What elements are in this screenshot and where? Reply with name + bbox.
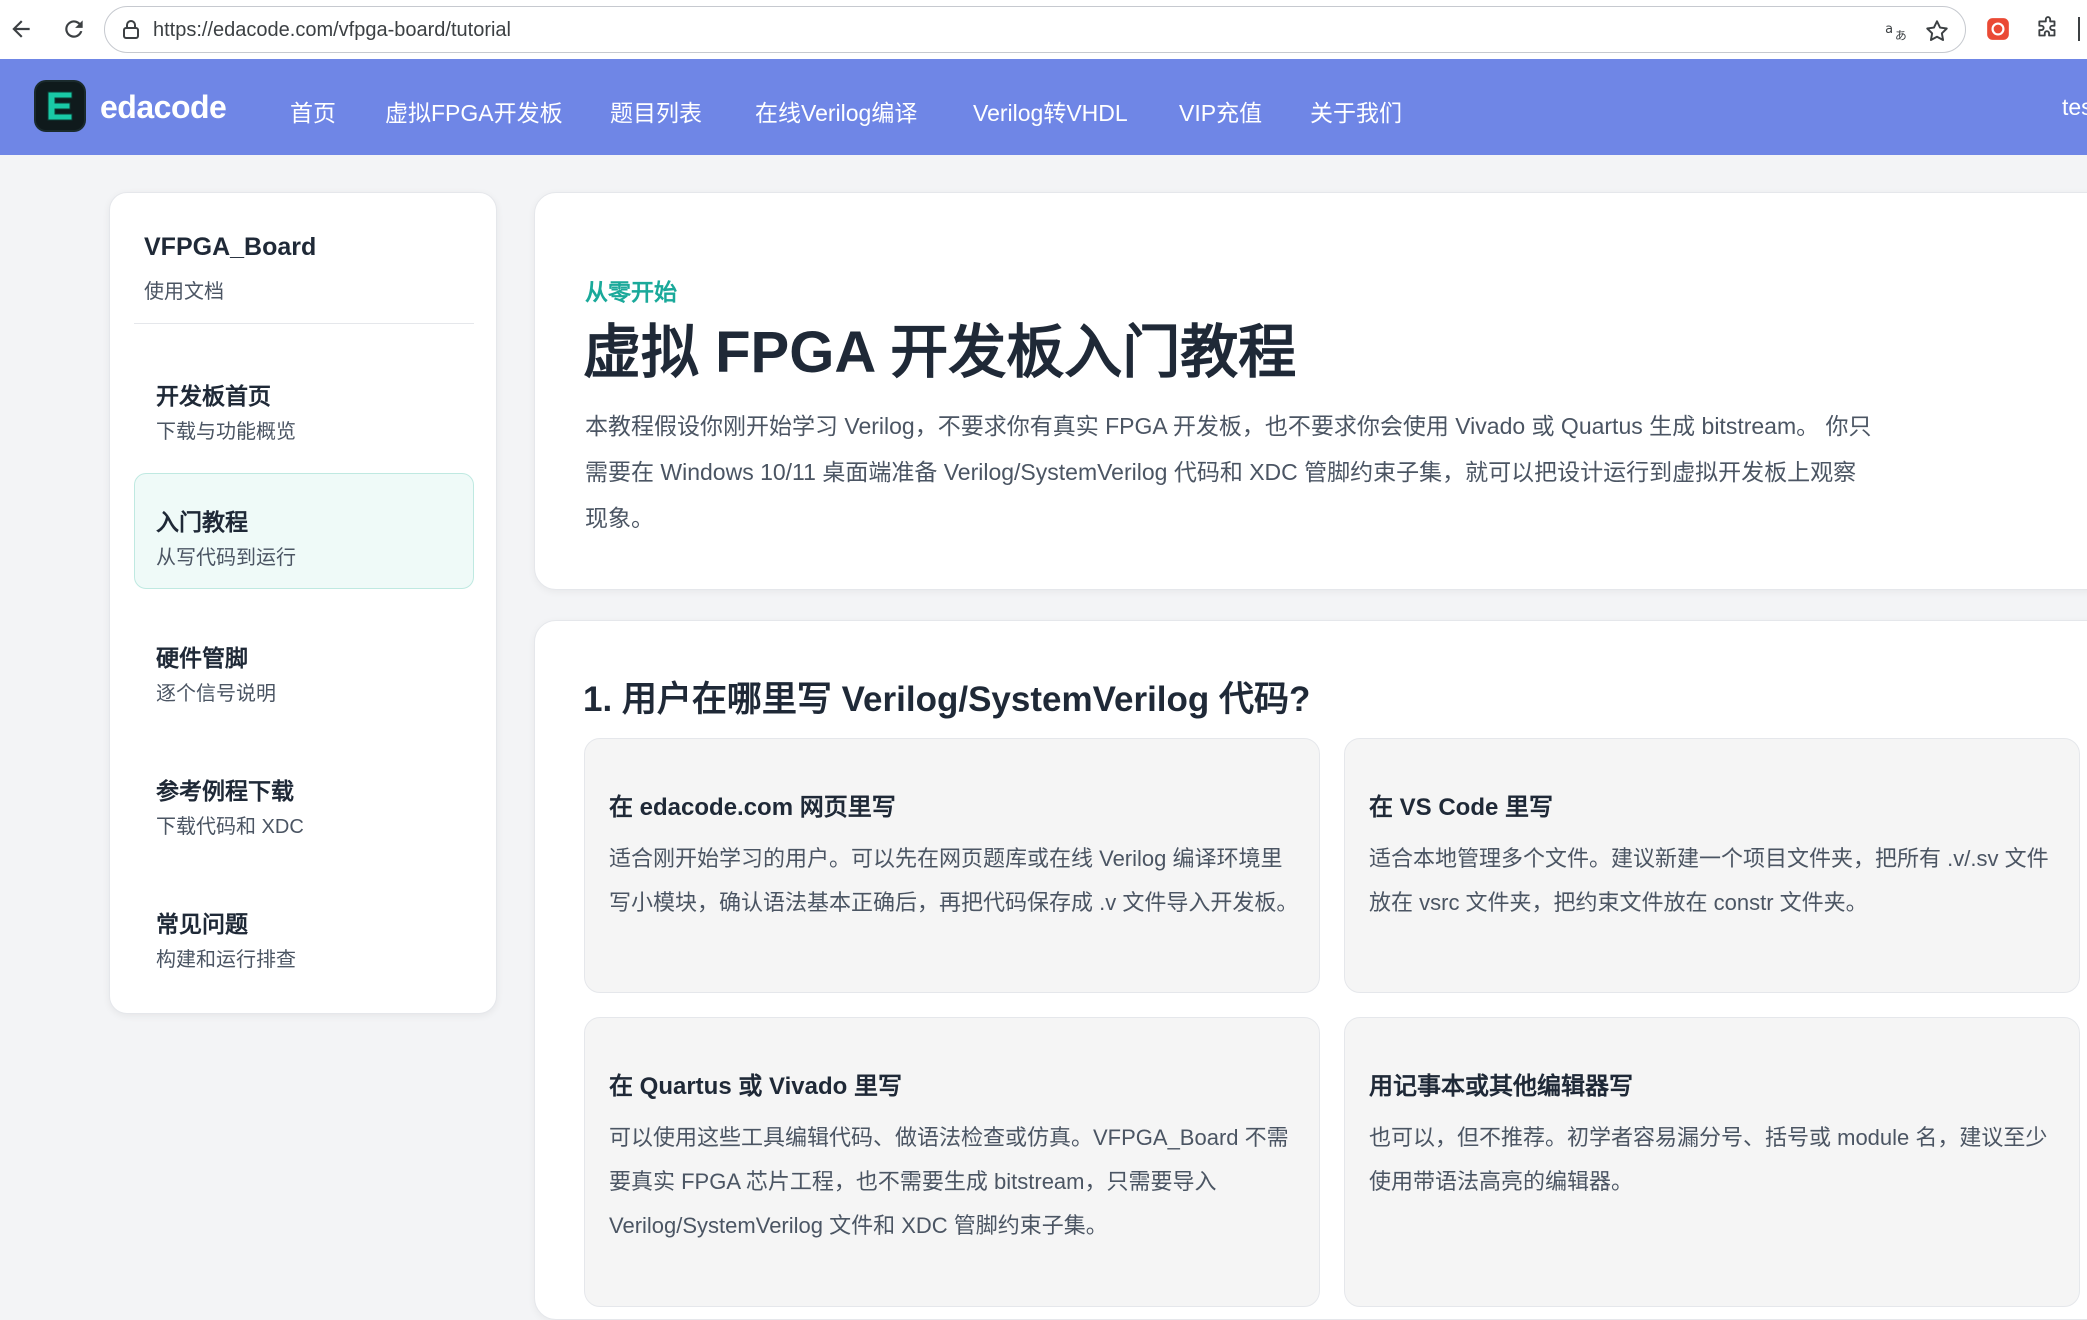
sidebar-item-title: 硬件管脚 <box>156 645 248 671</box>
site-logo-text[interactable]: edacode <box>100 89 227 126</box>
option-card-notepad: 用记事本或其他编辑器写 也可以，但不推荐。初学者容易漏分号、括号或 module… <box>1344 1017 2080 1307</box>
option-desc: 适合本地管理多个文件。建议新建一个项目文件夹，把所有 .v/.sv 文件放在 v… <box>1369 846 2049 915</box>
bookmark-star-icon[interactable] <box>1923 17 1951 45</box>
sidebar-item-title: 常见问题 <box>156 911 248 937</box>
back-icon[interactable] <box>2 10 40 48</box>
svg-text:あ: あ <box>1895 29 1907 43</box>
sidebar-item-desc: 构建和运行排查 <box>156 949 296 971</box>
extension-red-icon[interactable] <box>1984 15 2012 43</box>
eyebrow-label: 从零开始 <box>585 279 677 305</box>
sidebar-item-faq[interactable]: 常见问题 构建和运行排查 <box>134 875 474 991</box>
user-account-link[interactable]: tes <box>2062 94 2087 121</box>
nav-online-verilog[interactable]: 在线Verilog编译 <box>755 94 917 128</box>
url-text[interactable]: https://edacode.com/vfpga-board/tutorial <box>153 19 511 42</box>
option-title: 在 edacode.com 网页里写 <box>609 794 896 821</box>
sidebar-item-hardware-pins[interactable]: 硬件管脚 逐个信号说明 <box>134 609 474 725</box>
sidebar-item-desc: 下载与功能概览 <box>156 421 296 443</box>
sidebar-item-desc: 逐个信号说明 <box>156 683 276 705</box>
option-desc: 可以使用这些工具编辑代码、做语法检查或仿真。VFPGA_Board 不需要真实 … <box>609 1125 1289 1238</box>
section-where-to-write-code: 1. 用户在哪里写 Verilog/SystemVerilog 代码? 在 ed… <box>534 620 2087 1320</box>
address-bar[interactable]: https://edacode.com/vfpga-board/tutorial… <box>104 6 1966 53</box>
sidebar-item-title: 参考例程下载 <box>156 778 294 804</box>
sidebar-item-examples-download[interactable]: 参考例程下载 下载代码和 XDC <box>134 742 474 858</box>
tutorial-intro-card: 从零开始 虚拟 FPGA 开发板入门教程 本教程假设你刚开始学习 Verilog… <box>534 192 2087 590</box>
sidebar-title: VFPGA_Board <box>144 233 317 261</box>
section-title: 1. 用户在哪里写 Verilog/SystemVerilog 代码? <box>583 680 1311 719</box>
edacode-logo-icon[interactable] <box>36 82 84 130</box>
option-title: 在 Quartus 或 Vivado 里写 <box>609 1073 902 1100</box>
sidebar-item-title: 开发板首页 <box>156 383 271 409</box>
sidebar-item-tutorial[interactable]: 入门教程 从写代码到运行 <box>134 473 474 589</box>
sidebar-item-desc: 从写代码到运行 <box>156 547 296 569</box>
option-desc: 也可以，但不推荐。初学者容易漏分号、括号或 module 名，建议至少使用带语法… <box>1369 1125 2048 1194</box>
intro-paragraph: 本教程假设你刚开始学习 Verilog，不要求你有真实 FPGA 开发板，也不要… <box>585 413 1872 531</box>
option-title: 用记事本或其他编辑器写 <box>1369 1073 1633 1100</box>
option-card-quartus-vivado: 在 Quartus 或 Vivado 里写 可以使用这些工具编辑代码、做语法检查… <box>584 1017 1320 1307</box>
toolbar-divider <box>2078 17 2080 41</box>
sidebar-item-desc: 下载代码和 XDC <box>156 816 304 838</box>
translate-icon[interactable]: aあ <box>1883 17 1911 45</box>
svg-text:a: a <box>1885 22 1893 37</box>
sidebar-subtitle: 使用文档 <box>144 281 224 303</box>
browser-toolbar: https://edacode.com/vfpga-board/tutorial… <box>0 0 2087 59</box>
nav-virtual-fpga[interactable]: 虚拟FPGA开发板 <box>385 94 563 128</box>
site-info-icon[interactable] <box>119 18 143 42</box>
sidebar-item-board-home[interactable]: 开发板首页 下载与功能概览 <box>134 347 474 463</box>
option-card-vscode: 在 VS Code 里写 适合本地管理多个文件。建议新建一个项目文件夹，把所有 … <box>1344 738 2080 993</box>
extensions-puzzle-icon[interactable] <box>2034 15 2062 43</box>
option-desc: 适合刚开始学习的用户。可以先在网页题库或在线 Verilog 编译环境里写小模块… <box>609 846 1299 915</box>
nav-vip[interactable]: VIP充值 <box>1179 94 1262 128</box>
nav-home[interactable]: 首页 <box>290 94 336 128</box>
option-card-edacode-web: 在 edacode.com 网页里写 适合刚开始学习的用户。可以先在网页题库或在… <box>584 738 1320 993</box>
docs-sidebar: VFPGA_Board 使用文档 开发板首页 下载与功能概览 入门教程 从写代码… <box>109 192 497 1014</box>
nav-verilog-to-vhdl[interactable]: Verilog转VHDL <box>973 94 1128 128</box>
sidebar-divider <box>134 323 474 324</box>
option-title: 在 VS Code 里写 <box>1369 794 1554 821</box>
sidebar-item-title: 入门教程 <box>156 509 248 535</box>
reload-icon[interactable] <box>55 10 93 48</box>
page-title: 虚拟 FPGA 开发板入门教程 <box>583 320 1297 385</box>
nav-about[interactable]: 关于我们 <box>1310 94 1402 128</box>
nav-problem-list[interactable]: 题目列表 <box>610 94 702 128</box>
